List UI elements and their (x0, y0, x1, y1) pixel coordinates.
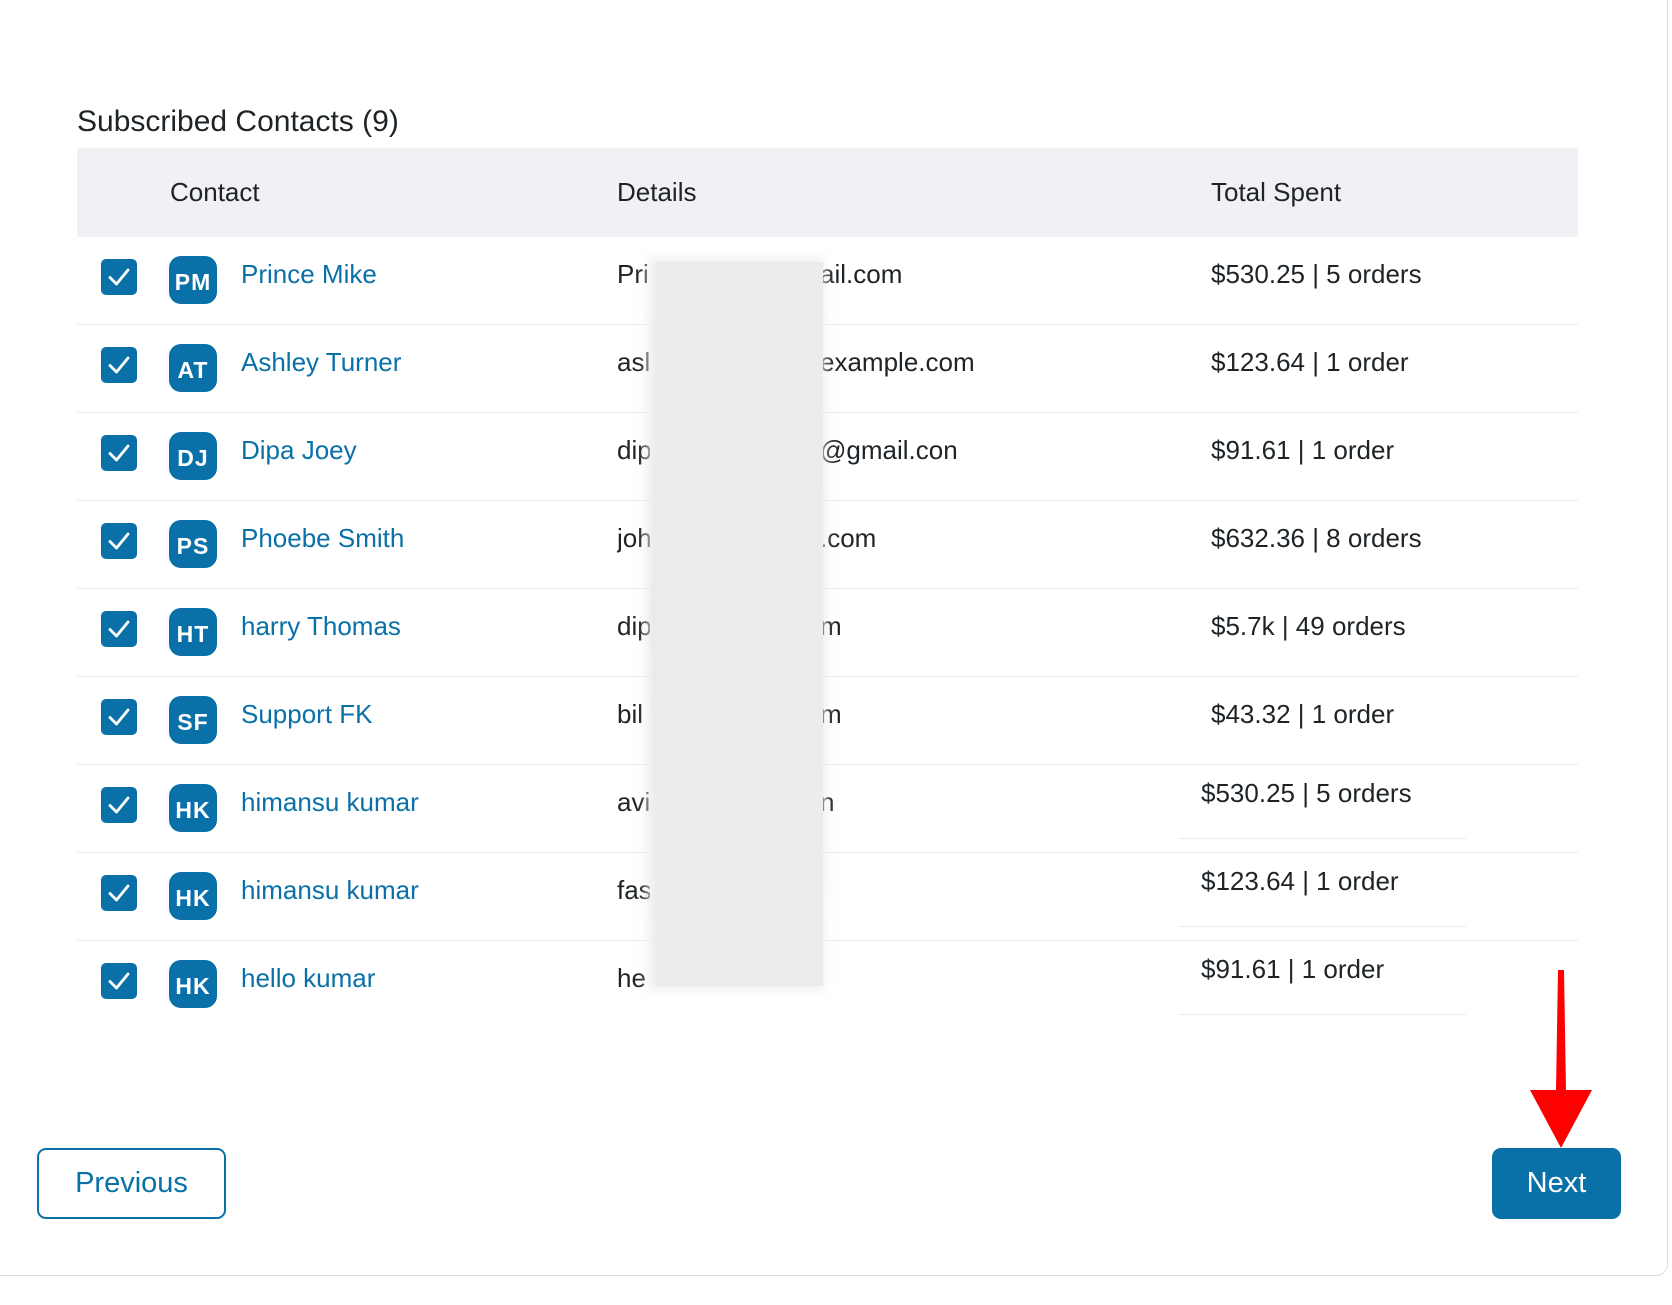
email-visible-start: avi (617, 787, 650, 817)
email-visible-end: .com (820, 523, 877, 553)
email-visible-end: @gmail.con (820, 435, 958, 465)
email-visible-start: bil (617, 699, 644, 729)
row-checkbox[interactable] (101, 611, 137, 647)
email-visible-start: joh (617, 523, 650, 553)
contact-name-link[interactable]: Dipa Joey (241, 413, 357, 487)
contact-email: dip @gmail.con (617, 413, 958, 487)
table-row: AT Ashley Turner asl example.com $123.64 | 1… (77, 325, 1578, 413)
contact-name-link[interactable]: harry Thomas (241, 589, 401, 663)
table-body: PM Prince Mike Pri ail.com $530.25 | 5 order… (77, 237, 1578, 1029)
contact-email: joh .com (617, 501, 876, 575)
checkmark-icon (108, 708, 130, 726)
checkmark-icon (108, 620, 130, 638)
checkmark-icon (108, 796, 130, 814)
avatar: HK (169, 784, 217, 832)
table-row: PM Prince Mike Pri ail.com $530.25 | 5 order… (77, 237, 1578, 325)
contact-email: bil m (617, 677, 842, 751)
contact-email: dip m (617, 589, 842, 663)
contact-name-link[interactable]: himansu kumar (241, 853, 419, 927)
total-spent: $632.36 | 8 orders (1211, 523, 1422, 553)
red-down-arrow-icon (1530, 970, 1592, 1148)
row-checkbox[interactable] (101, 875, 137, 911)
table-row: SF Support FK bil m $43.32 | 1 order (77, 677, 1578, 765)
previous-button[interactable]: Previous (37, 1148, 226, 1219)
next-button[interactable]: Next (1492, 1148, 1621, 1219)
checkmark-icon (108, 356, 130, 374)
table-row: DJ Dipa Joey dip @gmail.con $91.61 | 1 order (77, 413, 1578, 501)
checkmark-icon (108, 532, 130, 550)
contact-email: avi n (617, 765, 834, 839)
email-visible-start: Pri (617, 259, 649, 289)
row-checkbox[interactable] (101, 435, 137, 471)
avatar: SF (169, 696, 217, 744)
checkmark-icon (108, 444, 130, 462)
email-visible-start: he (617, 963, 646, 993)
contact-email: fas (617, 853, 650, 927)
row-checkbox[interactable] (101, 259, 137, 295)
table-header: Contact Details Total Spent (77, 148, 1578, 237)
spent-cell-divider (1178, 1014, 1466, 1015)
table-row: HK himansu kumar avi n $530.25 | 5 orders (77, 765, 1578, 853)
column-header-total-spent: Total Spent (1211, 177, 1342, 207)
row-checkbox[interactable] (101, 347, 137, 383)
total-spent: $91.61 | 1 order (1201, 954, 1385, 984)
avatar: HK (169, 872, 217, 920)
subscribed-contacts-card: Subscribed Contacts (9) Contact Details … (0, 0, 1668, 1276)
contact-name-link[interactable]: Prince Mike (241, 237, 377, 311)
row-checkbox[interactable] (101, 963, 137, 999)
email-visible-start: asl (617, 347, 650, 377)
row-checkbox[interactable] (101, 523, 137, 559)
row-checkbox[interactable] (101, 787, 137, 823)
contact-name-link[interactable]: hello kumar (241, 941, 375, 1015)
section-title: Subscribed Contacts (9) (77, 105, 399, 138)
table-row: HT harry Thomas dip m $5.7k | 49 orders (77, 589, 1578, 677)
checkmark-icon (108, 268, 130, 286)
email-redaction-overlay (655, 262, 823, 986)
email-visible-end: ail.com (820, 259, 903, 289)
column-header-details: Details (617, 177, 697, 207)
total-spent: $530.25 | 5 orders (1211, 259, 1422, 289)
total-spent: $123.64 | 1 order (1201, 866, 1399, 896)
table-row: PS Phoebe Smith joh .com $632.36 | 8 orders (77, 501, 1578, 589)
avatar: PM (169, 256, 217, 304)
total-spent: $530.25 | 5 orders (1201, 778, 1412, 808)
avatar: HK (169, 960, 217, 1008)
total-spent: $123.64 | 1 order (1211, 347, 1409, 377)
spent-cell-divider (1178, 926, 1466, 927)
spent-cell-divider (1178, 838, 1466, 839)
avatar: DJ (169, 432, 217, 480)
total-spent: $43.32 | 1 order (1211, 699, 1395, 729)
row-checkbox[interactable] (101, 699, 137, 735)
email-visible-start: fas (617, 875, 650, 905)
total-spent: $91.61 | 1 order (1211, 435, 1395, 465)
avatar: PS (169, 520, 217, 568)
table-row: HK hello kumar he $91.61 | 1 order (77, 941, 1578, 1029)
total-spent: $5.7k | 49 orders (1211, 611, 1406, 641)
checkmark-icon (108, 972, 130, 990)
contact-email: Pri ail.com (617, 237, 902, 311)
contact-email: asl example.com (617, 325, 975, 399)
email-visible-end: example.com (820, 347, 975, 377)
table-row: HK himansu kumar fas $123.64 | 1 order (77, 853, 1578, 941)
email-visible-start: dip (617, 435, 650, 465)
avatar: AT (169, 344, 217, 392)
checkmark-icon (108, 884, 130, 902)
contact-email: he (617, 941, 650, 1015)
contact-name-link[interactable]: Support FK (241, 677, 373, 751)
contacts-table: Contact Details Total Spent PM Prince Mik… (77, 148, 1578, 1029)
contact-name-link[interactable]: Phoebe Smith (241, 501, 404, 575)
email-visible-start: dip (617, 611, 650, 641)
avatar: HT (169, 608, 217, 656)
contact-name-link[interactable]: himansu kumar (241, 765, 419, 839)
contact-name-link[interactable]: Ashley Turner (241, 325, 401, 399)
column-header-contact: Contact (170, 177, 260, 207)
